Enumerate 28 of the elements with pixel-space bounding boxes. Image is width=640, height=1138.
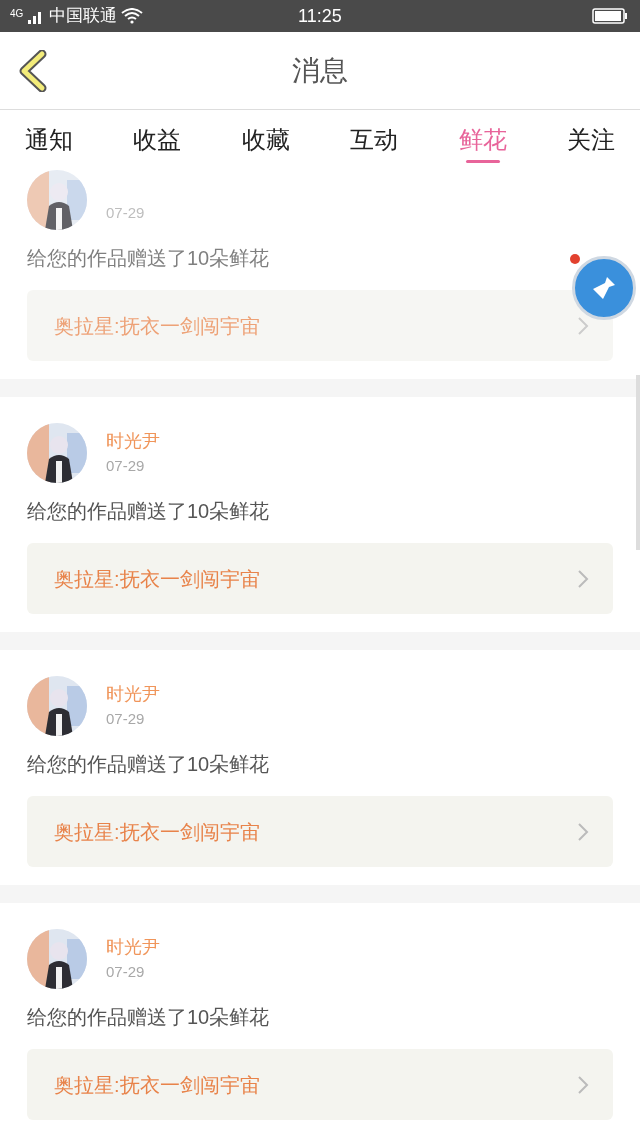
network-type: 4G — [10, 9, 24, 20]
battery-icon — [592, 8, 628, 24]
message-text: 给您的作品赠送了10朵鲜花 — [27, 499, 270, 524]
tab[interactable]: 关注 — [566, 110, 615, 170]
chevron-right-icon — [577, 315, 589, 336]
message-date: 07-29 — [106, 203, 145, 223]
message-text: 给您的作品赠送了10朵鲜花 — [27, 752, 270, 777]
clock: 11:25 — [298, 4, 342, 28]
carrier-name: 中国联通 — [49, 5, 118, 28]
tab[interactable]: 互动 — [350, 110, 399, 170]
sender-name: 时光尹 — [106, 936, 160, 959]
chevron-right-icon — [577, 1074, 589, 1095]
tab[interactable]: 通知 — [25, 110, 73, 170]
message-date: 07-29 — [106, 456, 146, 476]
wifi-icon — [121, 8, 144, 24]
tab[interactable]: 收藏 — [241, 110, 290, 170]
back-button[interactable] — [18, 48, 48, 93]
tab[interactable]: 收益 — [133, 110, 182, 170]
back-icon — [18, 49, 48, 92]
message-date: 07-29 — [106, 962, 146, 982]
sender-name: 时光尹 — [106, 430, 160, 453]
message-date: 07-29 — [106, 709, 146, 729]
chevron-right-icon — [577, 568, 589, 589]
page-title: 消息 — [292, 53, 348, 88]
message-text: 给您的作品赠送了10朵鲜花 — [27, 246, 270, 271]
sender-name: 时光尹 — [106, 683, 160, 706]
chevron-right-icon — [577, 821, 589, 842]
message-text: 给您的作品赠送了10朵鲜花 — [27, 1005, 270, 1030]
